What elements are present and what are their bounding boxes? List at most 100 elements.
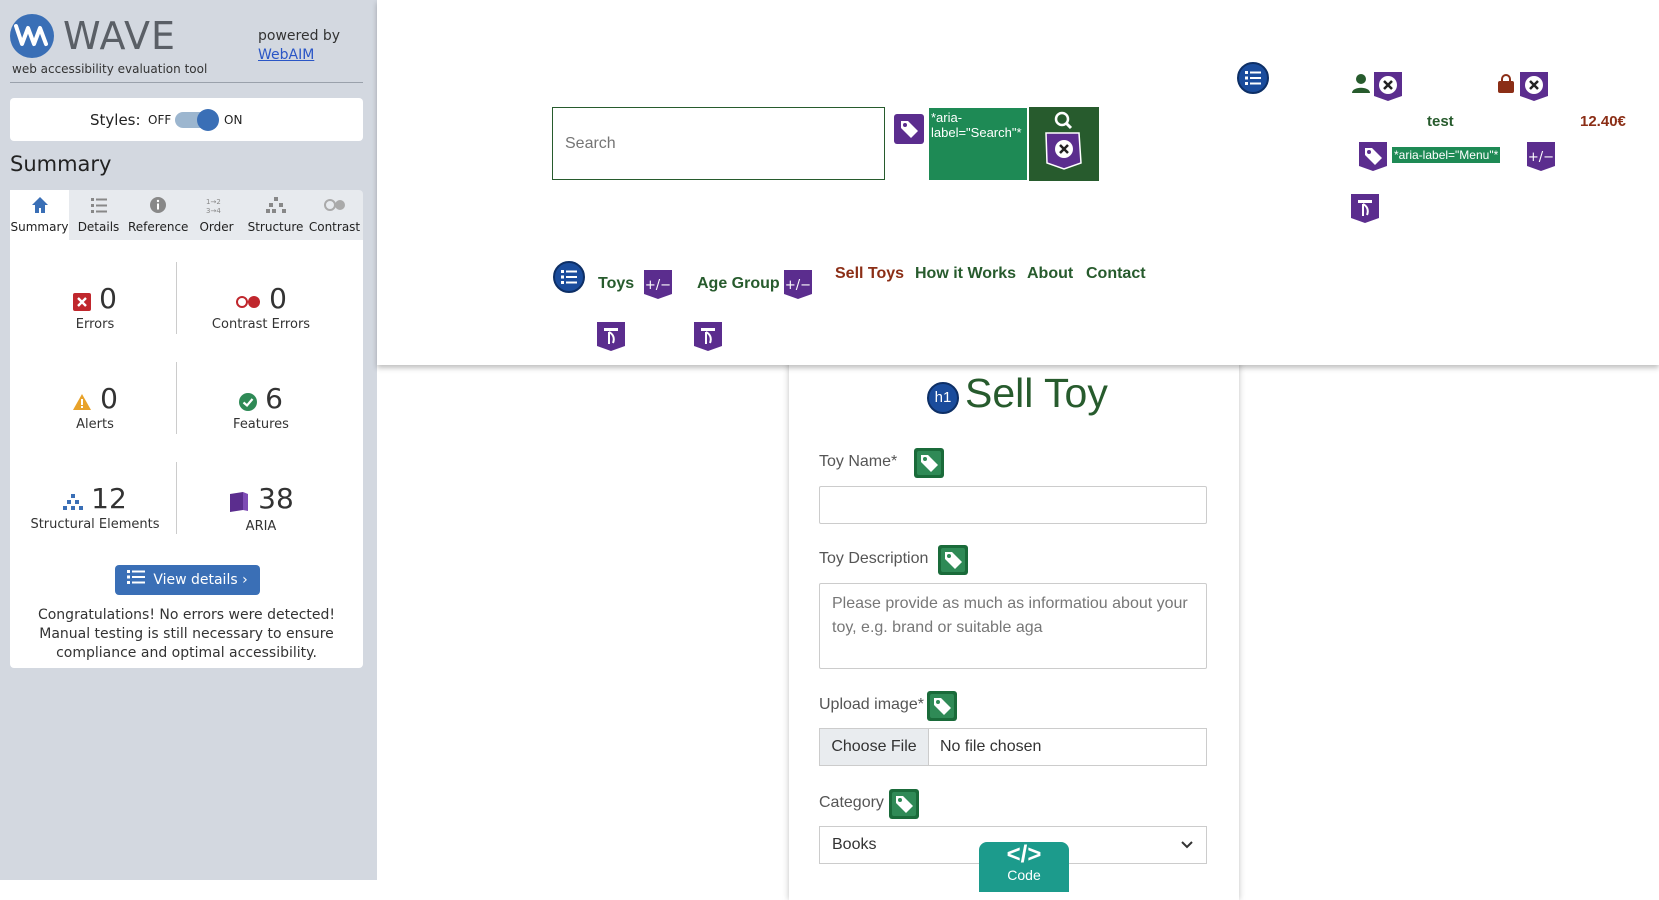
aria-label-tag-icon[interactable] — [893, 113, 925, 145]
tab-label: Reference — [128, 220, 189, 234]
tab-details[interactable]: Details — [69, 190, 128, 240]
sell-toy-form: h1 Sell Toy Toy Name* Toy Description Pl… — [789, 340, 1239, 900]
search-button[interactable] — [1029, 107, 1099, 181]
contrast-errors-stat[interactable]: 0 Contrast Errors — [176, 282, 346, 332]
search-input[interactable] — [552, 107, 885, 180]
tab-label: Contrast — [308, 220, 361, 234]
toy-name-label: Toy Name* — [819, 453, 898, 470]
user-icon[interactable] — [1350, 72, 1372, 94]
structural-stat[interactable]: 12 Structural Elements — [10, 482, 180, 532]
contrast-errors-count: 0 — [269, 282, 287, 315]
category-label: Category — [819, 794, 884, 811]
aria-label-annotation: *aria-label="Search"* — [929, 108, 1027, 180]
summary-heading: Summary — [10, 152, 112, 176]
search-icon — [1045, 111, 1082, 170]
info-icon — [128, 196, 187, 218]
h1-icon[interactable]: h1 — [927, 382, 959, 414]
tab-order[interactable]: 1→2 3→4 Order — [187, 190, 246, 240]
aria-count: 38 — [258, 482, 294, 515]
wave-subtitle: web accessibility evaluation tool — [12, 62, 208, 76]
structure-icon — [246, 196, 305, 218]
aria-popup-icon[interactable] — [692, 320, 724, 352]
features-stat[interactable]: 6 Features — [176, 382, 346, 432]
nav-how-it-works[interactable]: How it Works — [915, 265, 1016, 283]
view-details-button[interactable]: View details › — [115, 565, 260, 595]
tab-summary[interactable]: Summary — [10, 190, 69, 240]
svg-text:+/−: +/− — [645, 278, 671, 293]
alerts-stat[interactable]: 0 Alerts — [10, 382, 180, 432]
nav-toys[interactable]: Toys — [598, 275, 634, 293]
label-tag-icon[interactable] — [888, 788, 920, 820]
aria-expanded-icon[interactable]: +/− — [782, 268, 814, 300]
tab-label: Order — [199, 220, 234, 234]
contrast-icon — [305, 196, 364, 218]
styles-off-label: OFF — [148, 113, 172, 127]
shopping-bag-icon[interactable] — [1496, 74, 1516, 94]
svg-text:1→2: 1→2 — [206, 198, 221, 206]
wave-title: WAVE — [63, 14, 177, 58]
label-tag-icon[interactable] — [926, 690, 958, 722]
nav-sell-toys[interactable]: Sell Toys — [835, 265, 904, 283]
errors-label: Errors — [75, 317, 115, 332]
summary-panel: 0 Errors 0 Contrast Errors 0 Alerts 6 Fe… — [10, 240, 363, 668]
code-icon: </> — [1006, 841, 1042, 868]
styles-toggle-box: Styles: OFF ON — [10, 98, 363, 141]
styles-on-label: ON — [224, 113, 243, 127]
site-header: *aria-label="Search"* test 12.40€ *aria-… — [377, 0, 1659, 365]
wave-logo-icon — [10, 14, 54, 58]
nav-age-group[interactable]: Age Group — [697, 275, 780, 293]
tab-label: Summary — [10, 220, 69, 234]
webaim-link[interactable]: WebAIM — [258, 47, 314, 63]
aria-expanded-icon[interactable]: +/− — [1525, 140, 1557, 172]
cart-total[interactable]: 12.40€ — [1580, 113, 1626, 130]
toggle-knob — [197, 109, 219, 131]
features-count: 6 — [265, 382, 283, 415]
category-value: Books — [832, 836, 877, 853]
features-label: Features — [233, 417, 289, 432]
list-structure-icon[interactable] — [1237, 62, 1269, 94]
aria-expanded-icon[interactable]: +/− — [642, 268, 674, 300]
aria-label-annotation: *aria-label="Menu"* — [1390, 146, 1502, 164]
alerts-label: Alerts — [76, 417, 114, 432]
svg-text:3→4: 3→4 — [206, 207, 221, 214]
user-name[interactable]: test — [1427, 113, 1454, 130]
nav-about[interactable]: About — [1027, 265, 1073, 283]
divider — [10, 82, 363, 83]
aria-popup-icon[interactable] — [1349, 192, 1381, 224]
home-icon — [10, 196, 69, 218]
file-status: No file chosen — [940, 738, 1042, 755]
tab-label: Structure — [247, 220, 304, 234]
tab-reference[interactable]: Reference — [128, 190, 189, 240]
errors-stat[interactable]: 0 Errors — [10, 282, 180, 332]
file-upload-field: Choose File No file chosen — [819, 728, 1207, 766]
aria-popup-icon[interactable] — [595, 320, 627, 352]
wave-tabs: Summary Details Reference 1→2 3→4 Order S… — [10, 190, 363, 240]
toy-name-input[interactable] — [819, 486, 1207, 524]
label-tag-icon[interactable] — [913, 447, 945, 479]
aria-error-icon[interactable] — [1372, 70, 1404, 102]
tab-structure[interactable]: Structure — [246, 190, 305, 240]
structural-label: Structural Elements — [30, 517, 160, 532]
chevron-down-icon — [1180, 827, 1194, 877]
aria-stat[interactable]: 38 ARIA — [176, 482, 346, 534]
nav-contact[interactable]: Contact — [1086, 265, 1146, 283]
congrats-message: Congratulations! No errors were detected… — [37, 607, 336, 661]
structural-count: 12 — [91, 482, 127, 515]
aria-label-tag-icon[interactable] — [1357, 140, 1389, 172]
order-icon: 1→2 3→4 — [187, 196, 246, 218]
contrast-error-icon — [235, 294, 261, 313]
code-toggle-button[interactable]: </> Code — [979, 842, 1069, 892]
toy-description-textarea[interactable]: Please provide as much as informatiou ab… — [819, 583, 1207, 669]
aria-error-icon[interactable] — [1518, 70, 1550, 102]
aria-icon — [228, 491, 250, 517]
choose-file-button[interactable]: Choose File — [820, 729, 929, 765]
label-tag-icon[interactable] — [937, 544, 969, 576]
upload-image-label: Upload image* — [819, 696, 924, 713]
svg-text:+/−: +/− — [785, 278, 811, 293]
styles-toggle[interactable] — [175, 109, 219, 131]
error-icon — [73, 292, 92, 315]
tab-contrast[interactable]: Contrast — [305, 190, 364, 240]
structure-icon — [63, 493, 84, 515]
list-structure-icon[interactable] — [553, 261, 585, 293]
styles-label: Styles: — [90, 111, 141, 129]
